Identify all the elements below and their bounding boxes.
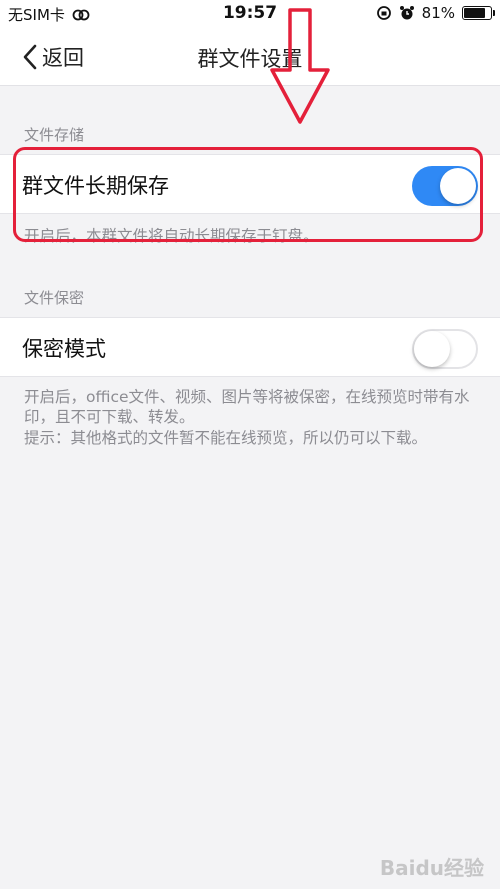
row-privacy-mode[interactable]: 保密模式 [0, 317, 500, 377]
page-title: 群文件设置 [197, 47, 303, 71]
status-bar: 无SIM卡 19:57 81% [0, 0, 500, 28]
privacy-note-1: 开启后，office文件、视频、图片等将被保密，在线预览时带有水印，且不可下载、… [24, 388, 470, 426]
section-header-storage: 文件存储 [24, 126, 85, 144]
privacy-note-2: 提示：其他格式的文件暂不能在线预览，所以仍可以下载。 [24, 429, 428, 447]
battery-icon [462, 6, 495, 20]
annotation-down-arrow-icon [270, 8, 330, 124]
watermark: Baidu经验 [379, 856, 484, 880]
row-label-privacy-mode: 保密模式 [22, 337, 106, 361]
toggle-knob [414, 331, 450, 367]
rotation-lock-icon [376, 6, 391, 20]
section-header-privacy: 文件保密 [24, 289, 85, 307]
privacy-mode-toggle[interactable] [412, 329, 478, 369]
annotation-highlight-box [13, 147, 483, 242]
status-right: 81% [376, 4, 495, 22]
battery-percent: 81% [421, 4, 455, 22]
battery-fill [464, 8, 486, 18]
nav-bar: 返回 群文件设置 [0, 28, 500, 86]
alarm-icon [399, 6, 414, 20]
